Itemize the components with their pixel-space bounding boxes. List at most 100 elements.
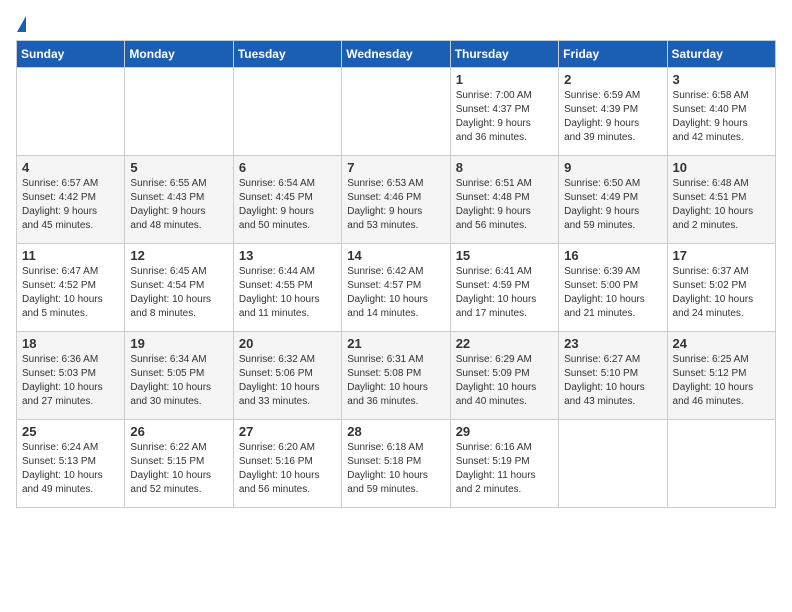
- calendar-cell: 16 Sunrise: 6:39 AM Sunset: 5:00 PM Dayli…: [559, 244, 667, 332]
- calendar-cell: 4Sunrise: 6:57 AM Sunset: 4:42 PM Daylig…: [17, 156, 125, 244]
- header-row: SundayMondayTuesdayWednesdayThursdayFrid…: [17, 41, 776, 68]
- calendar-cell: 2 Sunrise: 6:59 AM Sunset: 4:39 PM Daylig…: [559, 68, 667, 156]
- cell-content: Sunrise: 6:41 AM Sunset: 4:59 PM Dayligh…: [456, 265, 553, 321]
- cell-content: Sunrise: 6:22 AM Sunset: 5:15 PM Dayligh…: [130, 441, 227, 497]
- column-header-saturday: Saturday: [667, 41, 775, 68]
- logo: [16, 16, 28, 32]
- calendar-cell: 20 Sunrise: 6:32 AM Sunset: 5:06 PM Dayli…: [233, 332, 341, 420]
- calendar-week-3: 11Sunrise: 6:47 AM Sunset: 4:52 PM Dayli…: [17, 244, 776, 332]
- cell-content: Sunrise: 6:32 AM Sunset: 5:06 PM Dayligh…: [239, 353, 336, 409]
- column-header-monday: Monday: [125, 41, 233, 68]
- cell-content: Sunrise: 6:51 AM Sunset: 4:48 PM Dayligh…: [456, 177, 553, 233]
- calendar-cell: 14 Sunrise: 6:42 AM Sunset: 4:57 PM Dayli…: [342, 244, 450, 332]
- column-header-friday: Friday: [559, 41, 667, 68]
- cell-content: Sunrise: 6:58 AM Sunset: 4:40 PM Dayligh…: [673, 89, 770, 145]
- day-number: 28: [347, 424, 444, 439]
- day-number: 25: [22, 424, 119, 439]
- day-number: 16: [564, 248, 661, 263]
- calendar-cell: [233, 68, 341, 156]
- day-number: 20: [239, 336, 336, 351]
- day-number: 5: [130, 160, 227, 175]
- calendar-cell: 7Sunrise: 6:53 AM Sunset: 4:46 PM Daylig…: [342, 156, 450, 244]
- cell-content: Sunrise: 6:29 AM Sunset: 5:09 PM Dayligh…: [456, 353, 553, 409]
- calendar-cell: 27 Sunrise: 6:20 AM Sunset: 5:16 PM Dayli…: [233, 420, 341, 508]
- cell-content: Sunrise: 6:53 AM Sunset: 4:46 PM Dayligh…: [347, 177, 444, 233]
- cell-content: Sunrise: 6:18 AM Sunset: 5:18 PM Dayligh…: [347, 441, 444, 497]
- cell-content: Sunrise: 6:24 AM Sunset: 5:13 PM Dayligh…: [22, 441, 119, 497]
- calendar-week-4: 18 Sunrise: 6:36 AM Sunset: 5:03 PM Dayli…: [17, 332, 776, 420]
- calendar-cell: 11Sunrise: 6:47 AM Sunset: 4:52 PM Dayli…: [17, 244, 125, 332]
- cell-content: Sunrise: 6:59 AM Sunset: 4:39 PM Dayligh…: [564, 89, 661, 145]
- cell-content: Sunrise: 6:50 AM Sunset: 4:49 PM Dayligh…: [564, 177, 661, 233]
- calendar-cell: 13 Sunrise: 6:44 AM Sunset: 4:55 PM Dayli…: [233, 244, 341, 332]
- day-number: 17: [673, 248, 770, 263]
- day-number: 3: [673, 72, 770, 87]
- day-number: 29: [456, 424, 553, 439]
- column-header-sunday: Sunday: [17, 41, 125, 68]
- day-number: 26: [130, 424, 227, 439]
- calendar-cell: 9 Sunrise: 6:50 AM Sunset: 4:49 PM Daylig…: [559, 156, 667, 244]
- calendar-cell: 25 Sunrise: 6:24 AM Sunset: 5:13 PM Dayli…: [17, 420, 125, 508]
- cell-content: Sunrise: 6:31 AM Sunset: 5:08 PM Dayligh…: [347, 353, 444, 409]
- calendar-cell: 6 Sunrise: 6:54 AM Sunset: 4:45 PM Daylig…: [233, 156, 341, 244]
- calendar-cell: 21 Sunrise: 6:31 AM Sunset: 5:08 PM Dayli…: [342, 332, 450, 420]
- cell-content: Sunrise: 6:34 AM Sunset: 5:05 PM Dayligh…: [130, 353, 227, 409]
- cell-content: Sunrise: 6:54 AM Sunset: 4:45 PM Dayligh…: [239, 177, 336, 233]
- day-number: 10: [673, 160, 770, 175]
- calendar-cell: 28 Sunrise: 6:18 AM Sunset: 5:18 PM Dayli…: [342, 420, 450, 508]
- day-number: 23: [564, 336, 661, 351]
- calendar-week-5: 25 Sunrise: 6:24 AM Sunset: 5:13 PM Dayli…: [17, 420, 776, 508]
- calendar-cell: 10 Sunrise: 6:48 AM Sunset: 4:51 PM Dayli…: [667, 156, 775, 244]
- page-header: [16, 16, 776, 32]
- column-header-thursday: Thursday: [450, 41, 558, 68]
- cell-content: Sunrise: 6:37 AM Sunset: 5:02 PM Dayligh…: [673, 265, 770, 321]
- calendar-cell: [667, 420, 775, 508]
- day-number: 9: [564, 160, 661, 175]
- calendar-cell: 17 Sunrise: 6:37 AM Sunset: 5:02 PM Dayli…: [667, 244, 775, 332]
- calendar-week-2: 4Sunrise: 6:57 AM Sunset: 4:42 PM Daylig…: [17, 156, 776, 244]
- cell-content: Sunrise: 6:47 AM Sunset: 4:52 PM Dayligh…: [22, 265, 119, 321]
- day-number: 6: [239, 160, 336, 175]
- calendar-cell: 19 Sunrise: 6:34 AM Sunset: 5:05 PM Dayli…: [125, 332, 233, 420]
- calendar-table: SundayMondayTuesdayWednesdayThursdayFrid…: [16, 40, 776, 508]
- cell-content: Sunrise: 6:16 AM Sunset: 5:19 PM Dayligh…: [456, 441, 553, 497]
- cell-content: Sunrise: 6:39 AM Sunset: 5:00 PM Dayligh…: [564, 265, 661, 321]
- day-number: 1: [456, 72, 553, 87]
- day-number: 14: [347, 248, 444, 263]
- day-number: 15: [456, 248, 553, 263]
- calendar-cell: [17, 68, 125, 156]
- calendar-cell: 5 Sunrise: 6:55 AM Sunset: 4:43 PM Daylig…: [125, 156, 233, 244]
- day-number: 21: [347, 336, 444, 351]
- cell-content: Sunrise: 6:27 AM Sunset: 5:10 PM Dayligh…: [564, 353, 661, 409]
- calendar-cell: 24Sunrise: 6:25 AM Sunset: 5:12 PM Dayli…: [667, 332, 775, 420]
- calendar-cell: 18 Sunrise: 6:36 AM Sunset: 5:03 PM Dayli…: [17, 332, 125, 420]
- column-header-tuesday: Tuesday: [233, 41, 341, 68]
- calendar-cell: [342, 68, 450, 156]
- day-number: 13: [239, 248, 336, 263]
- cell-content: Sunrise: 6:48 AM Sunset: 4:51 PM Dayligh…: [673, 177, 770, 233]
- cell-content: Sunrise: 6:44 AM Sunset: 4:55 PM Dayligh…: [239, 265, 336, 321]
- calendar-cell: [125, 68, 233, 156]
- calendar-cell: 12Sunrise: 6:45 AM Sunset: 4:54 PM Dayli…: [125, 244, 233, 332]
- day-number: 27: [239, 424, 336, 439]
- day-number: 2: [564, 72, 661, 87]
- calendar-header: SundayMondayTuesdayWednesdayThursdayFrid…: [17, 41, 776, 68]
- column-header-wednesday: Wednesday: [342, 41, 450, 68]
- calendar-cell: 22Sunrise: 6:29 AM Sunset: 5:09 PM Dayli…: [450, 332, 558, 420]
- calendar-cell: [559, 420, 667, 508]
- day-number: 18: [22, 336, 119, 351]
- day-number: 19: [130, 336, 227, 351]
- calendar-cell: 23 Sunrise: 6:27 AM Sunset: 5:10 PM Dayli…: [559, 332, 667, 420]
- cell-content: Sunrise: 6:57 AM Sunset: 4:42 PM Dayligh…: [22, 177, 119, 233]
- calendar-cell: 8Sunrise: 6:51 AM Sunset: 4:48 PM Daylig…: [450, 156, 558, 244]
- cell-content: Sunrise: 6:20 AM Sunset: 5:16 PM Dayligh…: [239, 441, 336, 497]
- cell-content: Sunrise: 7:00 AM Sunset: 4:37 PM Dayligh…: [456, 89, 553, 145]
- cell-content: Sunrise: 6:25 AM Sunset: 5:12 PM Dayligh…: [673, 353, 770, 409]
- calendar-cell: 29 Sunrise: 6:16 AM Sunset: 5:19 PM Dayli…: [450, 420, 558, 508]
- calendar-cell: 3 Sunrise: 6:58 AM Sunset: 4:40 PM Daylig…: [667, 68, 775, 156]
- cell-content: Sunrise: 6:45 AM Sunset: 4:54 PM Dayligh…: [130, 265, 227, 321]
- cell-content: Sunrise: 6:42 AM Sunset: 4:57 PM Dayligh…: [347, 265, 444, 321]
- cell-content: Sunrise: 6:55 AM Sunset: 4:43 PM Dayligh…: [130, 177, 227, 233]
- cell-content: Sunrise: 6:36 AM Sunset: 5:03 PM Dayligh…: [22, 353, 119, 409]
- calendar-cell: 26 Sunrise: 6:22 AM Sunset: 5:15 PM Dayli…: [125, 420, 233, 508]
